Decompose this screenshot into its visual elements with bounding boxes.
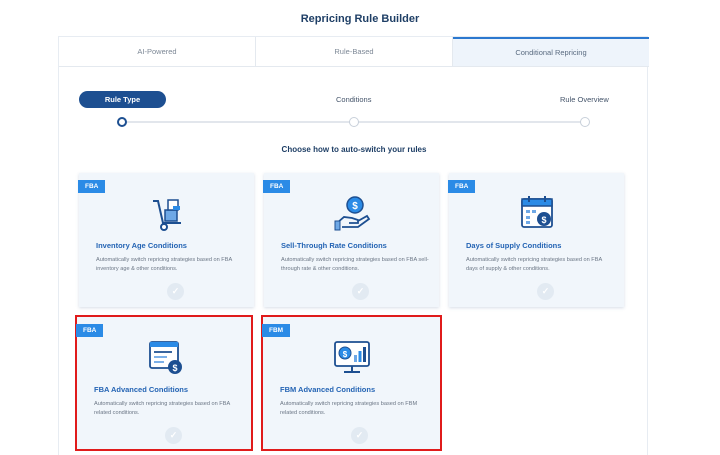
step-dot-rule-overview[interactable]	[580, 117, 590, 127]
wizard-stepper: Rule Type Conditions Rule Overview	[59, 37, 649, 137]
step-rule-type[interactable]: Rule Type	[79, 91, 166, 108]
card-title: Inventory Age Conditions	[96, 241, 187, 250]
card-title: Sell-Through Rate Conditions	[281, 241, 387, 250]
card-description: Automatically switch repricing strategie…	[280, 401, 418, 416]
fulfillment-badge: FBA	[76, 324, 104, 337]
card-sell-through-rate[interactable]: FBA $ Sell-Through Rate Conditions Autom…	[263, 173, 439, 307]
card-description: Automatically switch repricing strategie…	[96, 257, 232, 272]
check-icon: ✓	[351, 427, 368, 444]
monitor-chart-icon: $	[334, 341, 370, 373]
fulfillment-badge: FBM	[262, 324, 291, 337]
card-fba-advanced[interactable]: FBA $ FBA Advanced Conditions Automatica…	[75, 315, 253, 451]
step-rule-overview[interactable]: Rule Overview	[560, 95, 609, 104]
calendar-coin-icon: $	[521, 196, 553, 228]
check-icon: ✓	[537, 283, 554, 300]
check-icon: ✓	[165, 427, 182, 444]
step-dot-conditions[interactable]	[349, 117, 359, 127]
card-description: Automatically switch repricing strategie…	[466, 257, 602, 272]
card-title: Days of Supply Conditions	[466, 241, 562, 250]
card-description: Automatically switch repricing strategie…	[94, 401, 230, 416]
fulfillment-badge: FBA	[263, 180, 291, 193]
card-description: Automatically switch repricing strategie…	[281, 257, 429, 272]
svg-text:$: $	[343, 350, 348, 359]
card-days-of-supply[interactable]: FBA $ Days of Supply Conditions Automati…	[448, 173, 624, 307]
fulfillment-badge: FBA	[448, 180, 476, 193]
hand-truck-boxes-icon	[153, 199, 181, 231]
check-icon: ✓	[167, 283, 184, 300]
svg-text:$: $	[352, 201, 358, 212]
section-title: Choose how to auto-switch your rules	[281, 145, 427, 154]
fulfillment-badge: FBA	[78, 180, 106, 193]
rule-builder-panel: AI-Powered Rule-Based Conditional Repric…	[58, 36, 649, 455]
window-coin-icon: $	[149, 341, 182, 374]
page-title: Repricing Rule Builder	[300, 13, 420, 25]
svg-text:$: $	[541, 215, 546, 225]
step-conditions[interactable]: Conditions	[336, 95, 371, 104]
svg-text:$: $	[172, 363, 177, 373]
card-title: FBA Advanced Conditions	[94, 385, 189, 394]
hand-coin-icon: $	[334, 196, 371, 231]
card-inventory-age[interactable]: FBA Inventory Age Conditions Automatical…	[78, 173, 254, 307]
card-fbm-advanced[interactable]: FBM $ FBM Advanced Conditions Automatica…	[261, 315, 442, 451]
step-dot-rule-type[interactable]	[117, 117, 127, 127]
check-icon: ✓	[352, 283, 369, 300]
card-title: FBM Advanced Conditions	[280, 385, 376, 394]
